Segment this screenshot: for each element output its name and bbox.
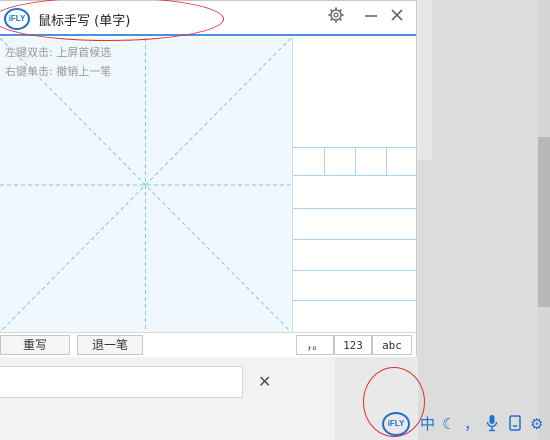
title-bar[interactable]: iFLY 鼠标手写 (单字): [0, 1, 416, 36]
scrollbar-thumb[interactable]: [538, 137, 550, 307]
candidate-grid: [293, 147, 417, 301]
minimize-icon[interactable]: [364, 7, 378, 27]
settings-gear-icon[interactable]: ⚙: [530, 414, 543, 434]
hint-double-click: 左键双击: 上屏首候选: [5, 46, 112, 59]
ime-status-bar: iFLY 中 ☾ ， ⚙: [380, 410, 550, 440]
ifly-logo-icon[interactable]: iFLY: [382, 412, 410, 436]
punctuation-icon[interactable]: ，: [464, 414, 479, 434]
background-strip: [418, 0, 432, 160]
close-icon[interactable]: ✕: [258, 373, 271, 391]
punctuation-mode-button[interactable]: ，。: [296, 335, 334, 355]
handwriting-window: iFLY 鼠标手写 (单字) 左键双击: 上屏首候选 右键单击: 撤销上一笔 重…: [0, 0, 417, 357]
moon-icon[interactable]: ☾: [442, 414, 455, 434]
close-icon[interactable]: [390, 7, 404, 27]
background-panel: [418, 0, 550, 440]
letters-mode-button[interactable]: abc: [372, 335, 412, 355]
microphone-icon[interactable]: [486, 414, 498, 437]
settings-gear-icon[interactable]: [328, 7, 344, 27]
guide-lines: [0, 38, 291, 332]
window-title: 鼠标手写 (单字): [38, 14, 131, 29]
undo-stroke-button[interactable]: 退一笔: [77, 335, 143, 355]
digits-mode-button[interactable]: 123: [334, 335, 372, 355]
chinese-mode-icon[interactable]: 中: [420, 414, 435, 434]
ifly-logo-icon: iFLY: [4, 8, 30, 30]
background-input-field[interactable]: [0, 366, 243, 398]
hint-right-click: 右键单击: 撤销上一笔: [5, 65, 112, 78]
bottom-toolbar: 重写 退一笔 ，。 123 abc: [0, 332, 416, 357]
candidate-panel: [292, 38, 417, 332]
toolbox-icon[interactable]: [508, 414, 522, 437]
rewrite-button[interactable]: 重写: [0, 335, 70, 355]
handwriting-canvas[interactable]: 左键双击: 上屏首候选 右键单击: 撤销上一笔: [0, 38, 291, 332]
